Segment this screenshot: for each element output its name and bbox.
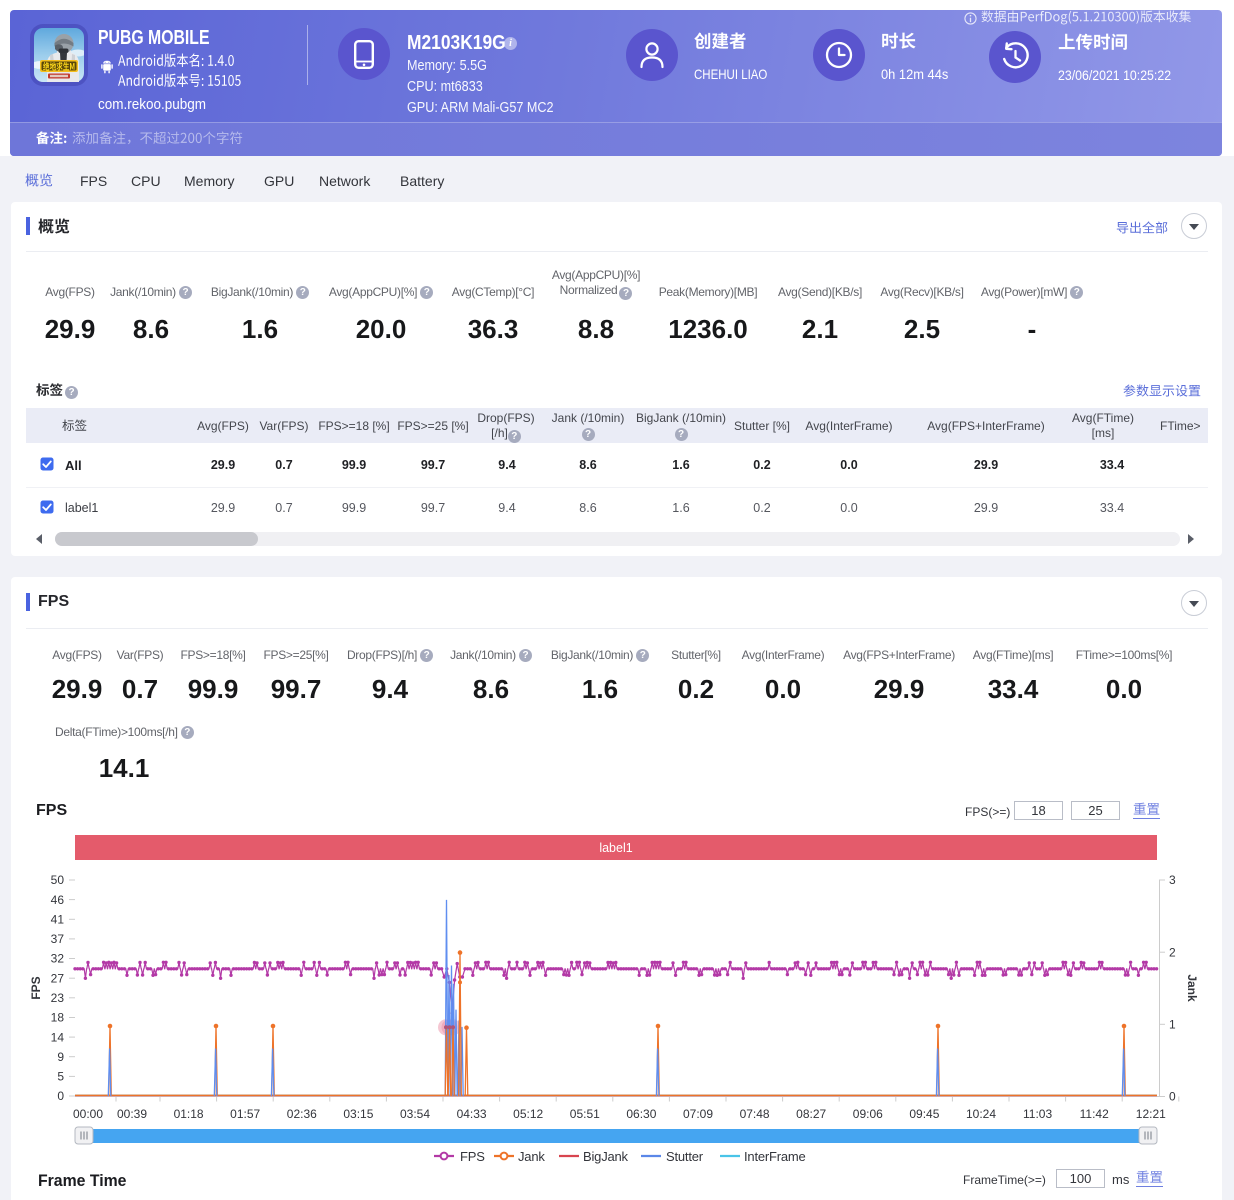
svg-text:03:15: 03:15 bbox=[343, 1107, 373, 1121]
svg-text:06:30: 06:30 bbox=[626, 1107, 656, 1121]
svg-text:07:48: 07:48 bbox=[740, 1107, 770, 1121]
svg-text:2: 2 bbox=[1169, 945, 1176, 959]
svg-text:9: 9 bbox=[57, 1050, 64, 1064]
svg-text:09:06: 09:06 bbox=[853, 1107, 883, 1121]
svg-text:18: 18 bbox=[51, 1011, 65, 1025]
svg-text:04:33: 04:33 bbox=[457, 1107, 487, 1121]
svg-text:11:03: 11:03 bbox=[1023, 1107, 1052, 1121]
svg-text:0: 0 bbox=[57, 1089, 64, 1103]
svg-text:0: 0 bbox=[1169, 1090, 1176, 1104]
svg-text:11:42: 11:42 bbox=[1080, 1107, 1109, 1121]
svg-text:05:12: 05:12 bbox=[513, 1107, 543, 1121]
svg-text:1: 1 bbox=[1169, 1018, 1176, 1032]
svg-text:32: 32 bbox=[51, 952, 65, 966]
svg-text:37: 37 bbox=[51, 932, 65, 946]
svg-text:01:18: 01:18 bbox=[174, 1107, 204, 1121]
svg-text:08:27: 08:27 bbox=[796, 1107, 826, 1121]
svg-text:3: 3 bbox=[1169, 873, 1176, 887]
svg-text:23: 23 bbox=[51, 991, 65, 1005]
svg-text:14: 14 bbox=[51, 1030, 65, 1044]
svg-text:10:24: 10:24 bbox=[966, 1107, 996, 1121]
svg-text:41: 41 bbox=[51, 913, 65, 927]
svg-text:12:21: 12:21 bbox=[1136, 1107, 1166, 1121]
svg-text:label1: label1 bbox=[599, 841, 632, 855]
svg-text:01:57: 01:57 bbox=[230, 1107, 260, 1121]
svg-text:5: 5 bbox=[57, 1070, 64, 1084]
svg-text:03:54: 03:54 bbox=[400, 1107, 430, 1121]
svg-text:07:09: 07:09 bbox=[683, 1107, 713, 1121]
svg-text:00:00: 00:00 bbox=[73, 1107, 103, 1121]
svg-text:09:45: 09:45 bbox=[909, 1107, 939, 1121]
svg-text:00:39: 00:39 bbox=[117, 1107, 147, 1121]
svg-text:27: 27 bbox=[51, 971, 65, 985]
svg-text:FPS: FPS bbox=[29, 976, 43, 999]
svg-text:02:36: 02:36 bbox=[287, 1107, 317, 1121]
svg-text:Jank: Jank bbox=[1185, 974, 1199, 1002]
svg-text:05:51: 05:51 bbox=[570, 1107, 600, 1121]
svg-text:46: 46 bbox=[51, 893, 65, 907]
svg-text:50: 50 bbox=[51, 873, 65, 887]
